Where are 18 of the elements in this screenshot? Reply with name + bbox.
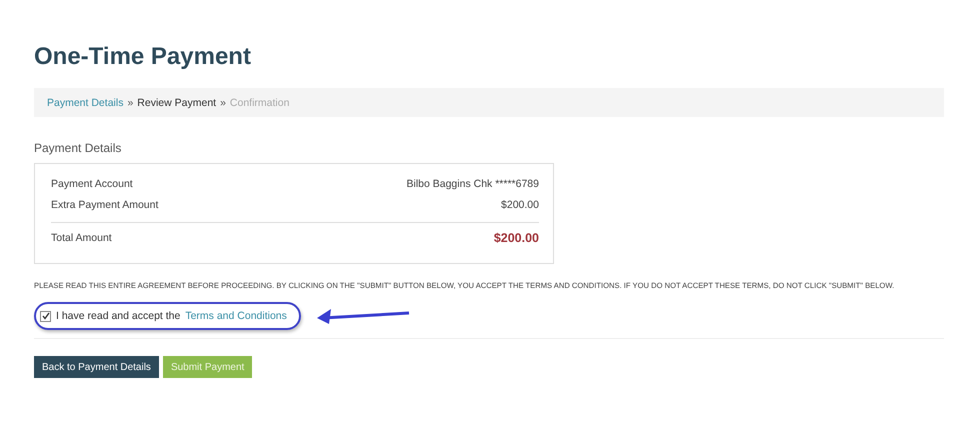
- breadcrumb-step[interactable]: Payment Details: [47, 96, 124, 108]
- accept-label: I have read and accept the: [56, 310, 180, 322]
- page-title: One-Time Payment: [34, 42, 252, 72]
- submit-button[interactable]: Submit Payment: [162, 356, 252, 378]
- detail-value: $200.00: [494, 230, 539, 247]
- detail-value: Bilbo Baggins Chk *****6789: [406, 177, 539, 192]
- accept-checkbox[interactable]: [40, 310, 51, 322]
- detail-label: Extra Payment Amount: [51, 198, 158, 213]
- terms-link[interactable]: Terms and Conditions: [185, 310, 287, 322]
- back-button[interactable]: Back to Payment Details: [34, 356, 159, 378]
- breadcrumb-step: Review Payment: [137, 96, 216, 108]
- breadcrumb-separator: »: [127, 96, 134, 108]
- detail-value: $200.00: [501, 198, 539, 213]
- breadcrumb-separator: »: [220, 96, 226, 108]
- detail-label: Payment Account: [51, 177, 133, 192]
- section-title: Payment Details: [34, 141, 122, 155]
- detail-label: Total Amount: [51, 231, 112, 246]
- breadcrumb-step: Confirmation: [230, 96, 290, 108]
